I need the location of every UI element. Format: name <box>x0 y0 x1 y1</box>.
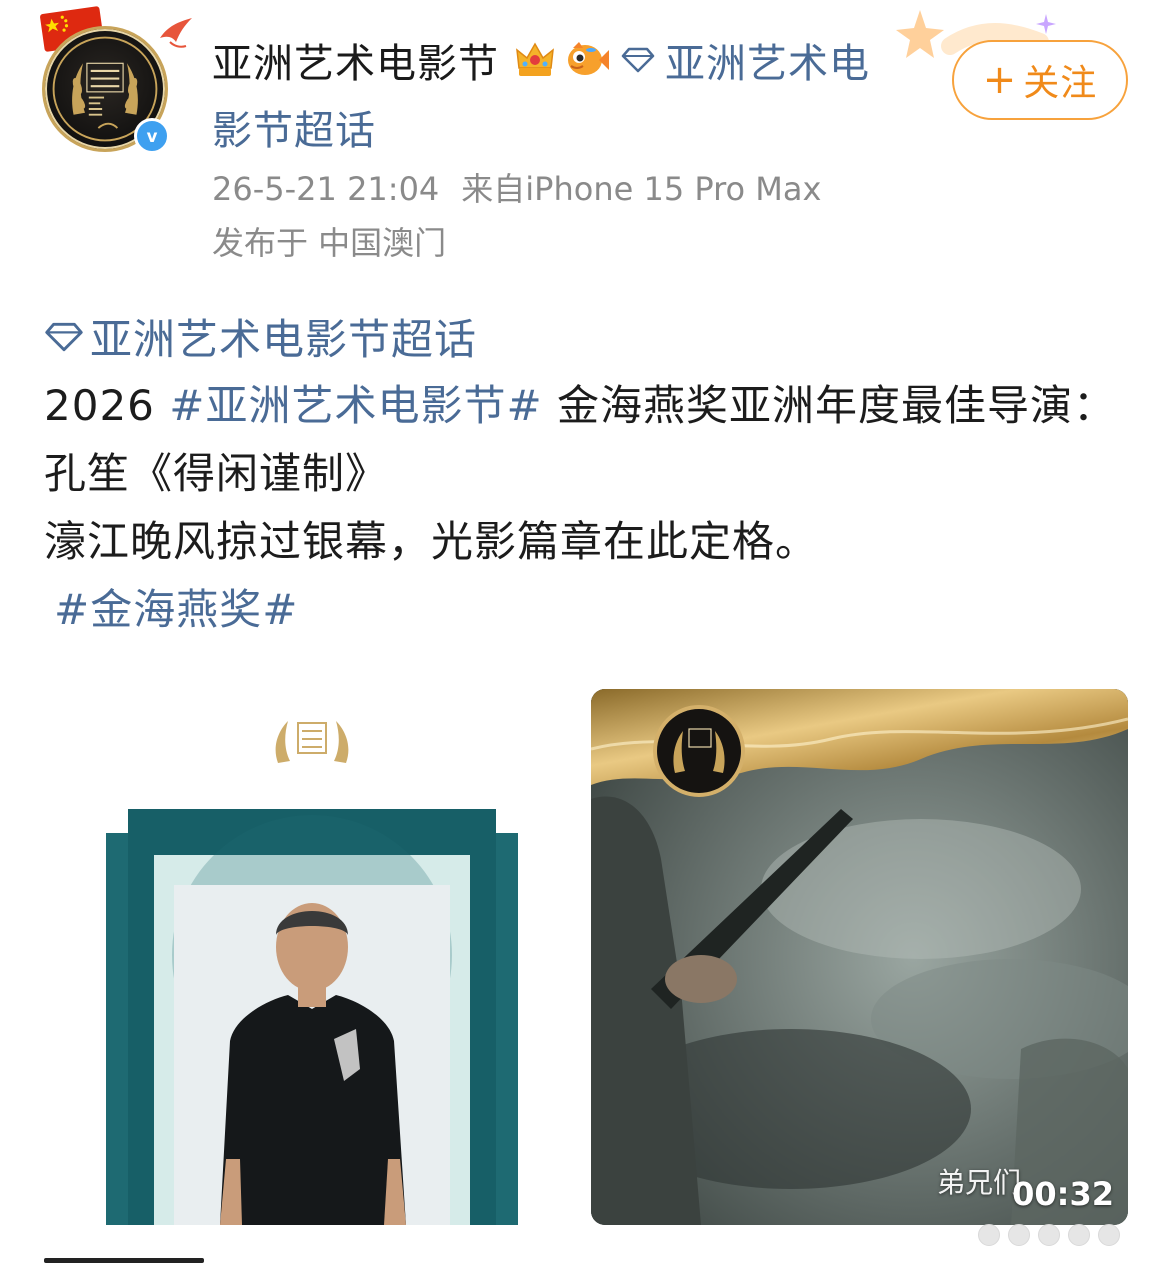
follow-button-label: 关注 <box>1023 63 1098 104</box>
follow-button[interactable]: + 关注 <box>952 40 1128 120</box>
photo-thumbnail[interactable] <box>44 689 580 1225</box>
crown-icon <box>516 42 554 76</box>
super-topic-diamond-icon <box>621 47 655 73</box>
video-frame-image <box>591 689 1128 1225</box>
hashtag-link[interactable]: #金海燕奖# <box>54 585 298 634</box>
post-paragraph-3: #金海燕奖# <box>44 576 1134 644</box>
author-name-line: 亚洲艺术电影节 亚洲艺术电 <box>212 32 912 88</box>
image-pager-dots <box>978 1220 1138 1250</box>
pager-dot <box>1068 1224 1090 1246</box>
super-topic-tag[interactable]: 亚洲艺术电影节超话 <box>44 306 477 367</box>
post-paragraph-2: 濠江晚风掠过银幕，光影篇章在此定格。 <box>44 517 819 566</box>
post-location: 发布于 中国澳门 <box>212 224 447 262</box>
pager-dot <box>1038 1224 1060 1246</box>
pager-dot <box>1008 1224 1030 1246</box>
video-duration: 00:32 <box>1012 1175 1114 1213</box>
bird-decoration-icon <box>160 18 192 48</box>
super-topic-link-continued[interactable]: 影节超话 <box>212 98 376 156</box>
post-meta: 26-5-21 21:04 来自iPhone 15 Pro Max <box>212 164 821 210</box>
author-name[interactable]: 亚洲艺术电影节 <box>212 31 499 89</box>
post-content: 2026 #亚洲艺术电影节# 金海燕奖亚洲年度最佳导演：孔笙《得闲谨制》 濠江晚… <box>44 372 1134 644</box>
award-poster-image <box>44 689 580 1225</box>
super-topic-diamond-icon <box>45 322 83 351</box>
post-year: 2026 <box>44 381 170 430</box>
super-topic-link[interactable]: 亚洲艺术电 <box>665 31 870 89</box>
pager-dot <box>978 1224 1000 1246</box>
post-source: 来自iPhone 15 Pro Max <box>461 170 822 208</box>
hashtag-link[interactable]: #亚洲艺术电影节# <box>169 381 542 430</box>
video-caption: 弟兄们 <box>937 1166 1022 1199</box>
video-thumbnail[interactable]: 弟兄们 00:32 <box>591 689 1128 1225</box>
author-avatar-group[interactable]: v <box>38 6 192 158</box>
verified-badge-icon: v <box>134 118 170 154</box>
pager-dot <box>1098 1224 1120 1246</box>
post-time: 26-5-21 21:04 <box>212 170 440 208</box>
svg-text:v: v <box>147 127 158 146</box>
plus-icon: + <box>982 57 1018 103</box>
post-paragraph-1: 2026 #亚洲艺术电影节# 金海燕奖亚洲年度最佳导演：孔笙《得闲谨制》 <box>44 372 1134 508</box>
fish-badge-icon <box>568 42 609 75</box>
super-topic-label: 亚洲艺术电影节超话 <box>90 315 478 364</box>
bottom-divider <box>44 1258 204 1263</box>
